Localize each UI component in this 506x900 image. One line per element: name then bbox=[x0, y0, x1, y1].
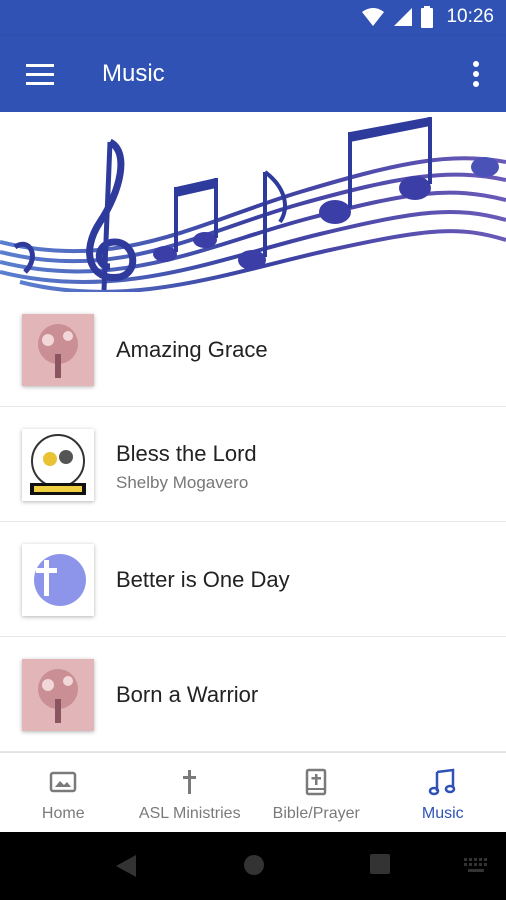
song-artist: Shelby Mogavero bbox=[116, 473, 249, 492]
song-list: Amazing Grace Bless the Lord Shelby Moga… bbox=[0, 292, 506, 752]
battery-icon bbox=[421, 6, 434, 28]
nav-music[interactable]: Music bbox=[380, 753, 506, 832]
album-art-thumbnail bbox=[22, 659, 94, 731]
tree-artwork-icon bbox=[22, 314, 94, 386]
cell-signal-icon bbox=[394, 8, 413, 26]
status-bar: 10:26 bbox=[0, 0, 506, 36]
song-row-bless-the-lord[interactable]: Bless the Lord Shelby Mogavero bbox=[0, 407, 506, 522]
more-vert-icon bbox=[473, 61, 479, 87]
album-art-thumbnail bbox=[22, 314, 94, 386]
overflow-menu-button[interactable] bbox=[464, 58, 488, 90]
album-art-thumbnail bbox=[22, 544, 94, 616]
recents-icon[interactable] bbox=[370, 854, 390, 874]
album-art-thumbnail bbox=[22, 429, 94, 501]
nav-label: Music bbox=[421, 805, 464, 822]
hamburger-icon bbox=[26, 64, 54, 85]
music-staff-illustration bbox=[0, 117, 506, 292]
nav-asl-ministries[interactable]: ASL Ministries bbox=[127, 753, 254, 832]
song-title: Amazing Grace bbox=[116, 337, 268, 362]
song-title: Born a Warrior bbox=[116, 682, 259, 707]
nav-bible-prayer[interactable]: Bible/Prayer bbox=[253, 753, 380, 832]
menu-button[interactable] bbox=[20, 58, 60, 90]
song-row-better-is-one-day[interactable]: Better is One Day bbox=[0, 522, 506, 637]
song-row-born-a-warrior[interactable]: Born a Warrior bbox=[0, 637, 506, 752]
image-icon bbox=[50, 771, 77, 793]
music-note-icon bbox=[428, 768, 455, 796]
nav-label: Home bbox=[41, 805, 85, 822]
tree-artwork-icon bbox=[22, 659, 94, 731]
wifi-icon bbox=[362, 8, 385, 26]
nav-label: ASL Ministries bbox=[138, 805, 241, 822]
music-banner bbox=[0, 112, 506, 292]
song-title: Better is One Day bbox=[116, 567, 290, 592]
page-title: Music bbox=[102, 60, 165, 87]
back-icon[interactable] bbox=[114, 854, 138, 878]
bible-icon bbox=[306, 768, 327, 796]
nav-home[interactable]: Home bbox=[0, 753, 127, 832]
bottom-navigation: Home ASL Ministries Bible/Prayer Music bbox=[0, 752, 506, 832]
status-time: 10:26 bbox=[446, 6, 494, 27]
status-icons: 10:26 bbox=[362, 6, 494, 28]
app-bar: Music bbox=[0, 36, 506, 112]
nav-label: Bible/Prayer bbox=[272, 805, 360, 822]
song-title: Bless the Lord bbox=[116, 441, 257, 466]
song-row-amazing-grace[interactable]: Amazing Grace bbox=[0, 292, 506, 407]
system-navigation-bar bbox=[0, 832, 506, 900]
cross-logo-icon bbox=[22, 544, 94, 616]
home-circle-icon[interactable] bbox=[243, 854, 265, 876]
cross-icon bbox=[182, 770, 196, 794]
keyboard-icon[interactable] bbox=[464, 858, 488, 874]
ministry-logo-icon bbox=[22, 429, 94, 501]
